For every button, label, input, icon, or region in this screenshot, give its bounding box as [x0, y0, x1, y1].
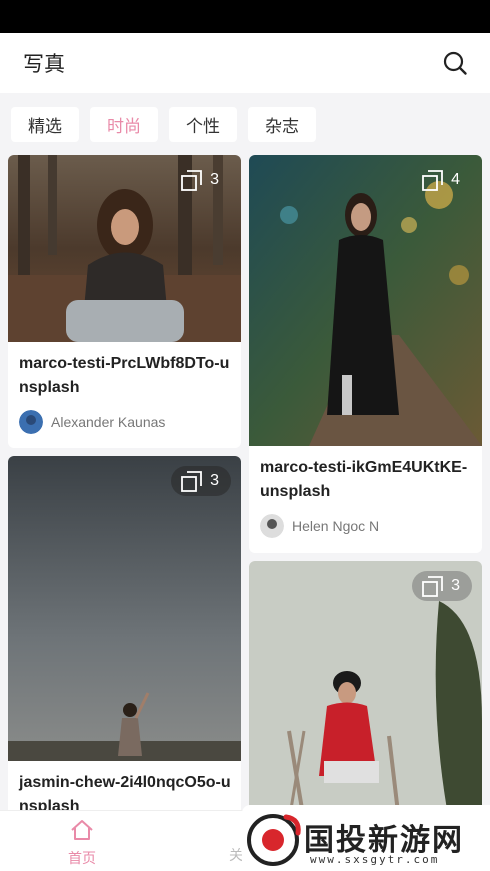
author-name: Helen Ngoc N	[292, 518, 380, 534]
avatar	[260, 514, 284, 538]
card-title: marco-testi-PrcLWbf8DTo-unsplash	[19, 355, 230, 396]
photo-card[interactable]: 3	[249, 561, 482, 821]
photo[interactable]: 4	[249, 155, 482, 446]
gallery-icon	[422, 575, 443, 597]
home-icon	[71, 820, 93, 840]
tab-gexing[interactable]: 个性	[169, 106, 237, 142]
nav-home[interactable]: 首页	[58, 819, 106, 868]
nav-second-label: 关	[229, 848, 243, 864]
tab-jingxuan[interactable]: 精选	[11, 106, 79, 142]
image-count-badge: 3	[171, 165, 231, 195]
nav-home-label: 首页	[68, 851, 96, 867]
image-count: 3	[451, 577, 460, 594]
watermark-logo-icon	[247, 814, 301, 866]
photo[interactable]: 3	[249, 561, 482, 821]
sky-girl-photo	[8, 456, 241, 761]
image-count-badge: 3	[412, 571, 472, 601]
card-title: marco-testi-ikGmE4UKtKE-unsplash	[260, 459, 468, 500]
image-count-badge: 4	[412, 165, 472, 195]
card-title: jasmin-chew-2i4l0nqcO5o-unsplash	[19, 774, 231, 815]
gallery-icon	[422, 169, 443, 191]
search-icon[interactable]	[442, 50, 468, 76]
card-author[interactable]: Helen Ngoc N	[249, 504, 482, 550]
card-author[interactable]: Alexander Kaunas	[8, 400, 241, 446]
watermark-url: www.sxsgytr.com	[310, 853, 440, 866]
image-count-badge: 3	[171, 466, 231, 496]
author-name: Alexander Kaunas	[51, 414, 166, 430]
app-header: 写真	[0, 33, 490, 93]
photo-card[interactable]: 4 marco-testi-ikGmE4UKtKE-unsplash Helen…	[249, 155, 482, 553]
watermark: 国投新游网 www.sxsgytr.com	[242, 805, 490, 871]
page-title: 写真	[23, 52, 65, 76]
status-bar	[0, 0, 490, 33]
tab-shishang[interactable]: 时尚	[90, 106, 158, 142]
avatar	[19, 410, 43, 434]
image-count: 3	[210, 472, 219, 489]
photo[interactable]: 3	[8, 155, 241, 342]
tab-zazhi[interactable]: 杂志	[248, 106, 316, 142]
gallery-icon	[181, 169, 202, 191]
image-count: 3	[210, 171, 219, 188]
image-count: 4	[451, 171, 460, 188]
gallery-icon	[181, 470, 202, 492]
photo-card[interactable]: 3 jasmin-chew-2i4l0nqcO5o-unsplash	[8, 456, 241, 816]
photo-card[interactable]: 3 marco-testi-PrcLWbf8DTo-unsplash Alexa…	[8, 155, 241, 448]
forest-path-photo	[249, 155, 482, 446]
category-tabs: 精选 时尚 个性 杂志	[0, 93, 490, 155]
photo[interactable]: 3	[8, 456, 241, 761]
